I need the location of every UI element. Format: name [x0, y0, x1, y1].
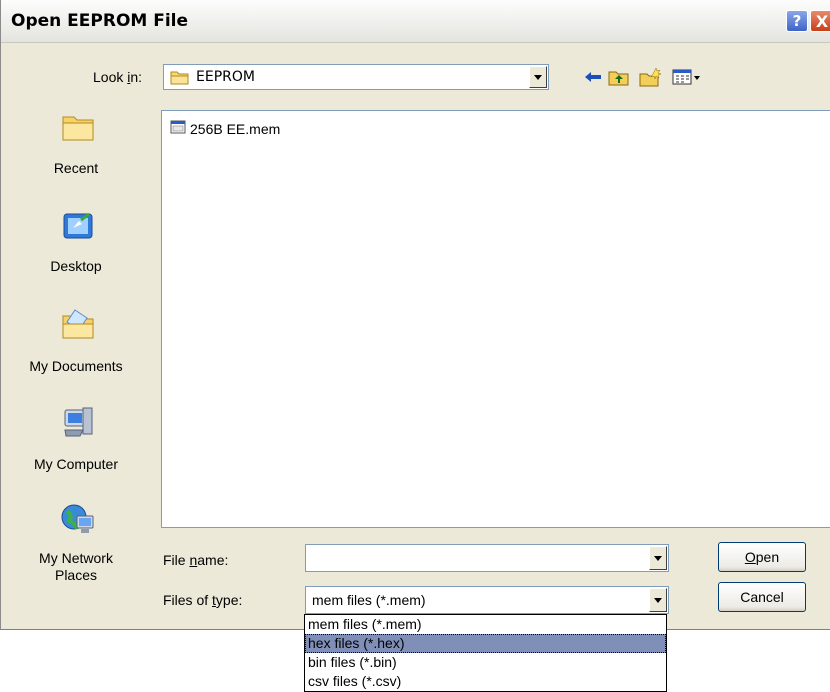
- new-folder-icon: [639, 67, 662, 87]
- file-type-label: Files of type:: [163, 592, 243, 608]
- look-in-dropdown-button[interactable]: [529, 66, 547, 88]
- folder-icon: [170, 69, 190, 88]
- file-type-option-highlighted[interactable]: hex files (*.hex): [305, 634, 666, 653]
- file-item[interactable]: 256B EE.mem: [170, 119, 280, 138]
- file-type-option[interactable]: mem files (*.mem): [305, 615, 666, 634]
- file-name-label: File name:: [163, 552, 229, 568]
- my-computer-icon: [61, 406, 95, 440]
- file-type-select[interactable]: mem files (*.mem): [305, 586, 669, 614]
- cancel-button[interactable]: Cancel: [718, 582, 806, 612]
- look-in-label: Look in:: [93, 69, 143, 85]
- new-folder-button[interactable]: [639, 66, 663, 88]
- my-documents-icon: [61, 308, 95, 342]
- up-folder-icon: [608, 71, 629, 86]
- chevron-down-icon: [654, 597, 662, 603]
- file-type-option[interactable]: bin files (*.bin): [305, 653, 666, 672]
- file-type-dropdown-button[interactable]: [649, 588, 667, 612]
- file-name-input[interactable]: [305, 544, 669, 572]
- mem-file-icon: [170, 119, 186, 138]
- network-places-icon: [61, 502, 95, 536]
- recent-folder-icon: [61, 112, 95, 146]
- look-in-value: EEPROM: [196, 69, 255, 85]
- chevron-down-icon: [534, 74, 542, 80]
- look-in-dropdown[interactable]: EEPROM: [163, 64, 549, 90]
- back-arrow-icon: [585, 72, 601, 82]
- back-button[interactable]: [581, 66, 605, 88]
- help-button[interactable]: ?: [786, 10, 808, 32]
- dialog-title: Open EEPROM File: [11, 11, 189, 31]
- open-eeprom-dialog: Open EEPROM File ? X Look in: EEPROM Rec…: [0, 0, 830, 630]
- view-menu-button[interactable]: [671, 66, 703, 88]
- file-name: 256B EE.mem: [190, 120, 281, 137]
- file-list[interactable]: 256B EE.mem: [161, 110, 830, 528]
- file-type-options-list[interactable]: mem files (*.mem) hex files (*.hex) bin …: [304, 614, 667, 692]
- view-menu-icon: [672, 69, 700, 85]
- title-bar[interactable]: Open EEPROM File ? X: [1, 0, 830, 43]
- file-name-dropdown-button[interactable]: [649, 546, 667, 570]
- close-button[interactable]: X: [810, 10, 830, 32]
- up-folder-button[interactable]: [607, 66, 631, 88]
- desktop-icon: [61, 210, 95, 244]
- open-button[interactable]: Open: [718, 542, 806, 572]
- chevron-down-icon: [654, 555, 662, 561]
- file-type-option[interactable]: csv files (*.csv): [305, 672, 666, 691]
